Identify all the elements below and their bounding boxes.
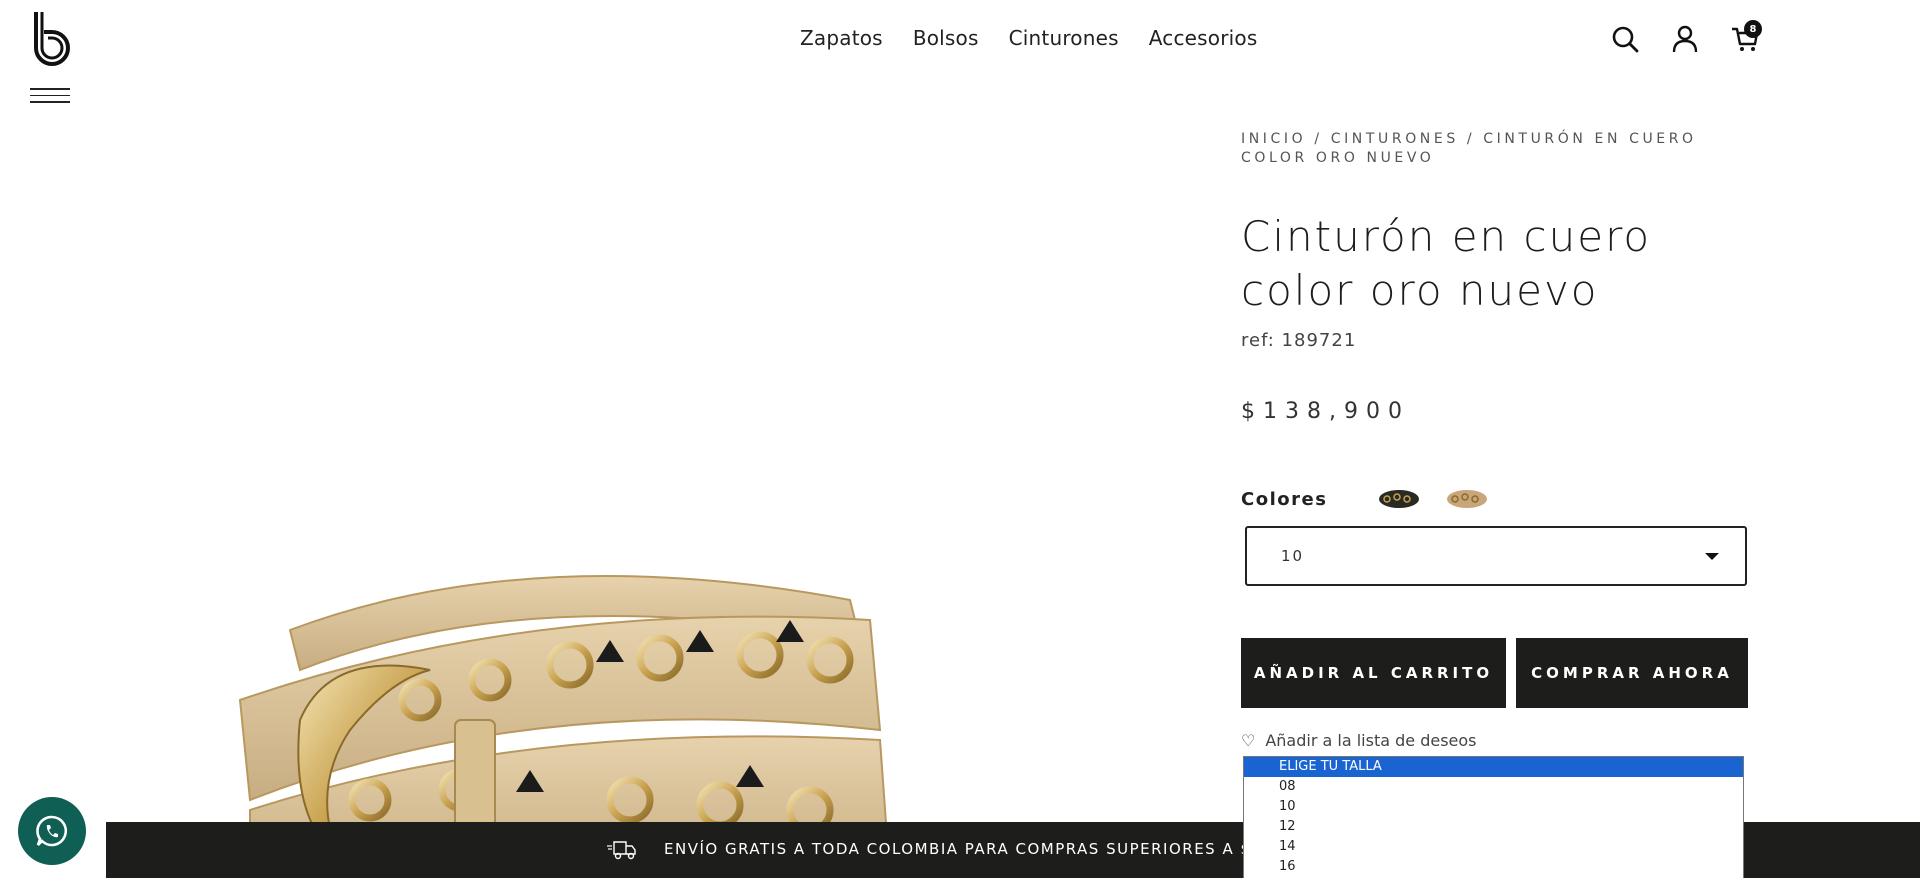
nav-item-cinturones[interactable]: Cinturones bbox=[1009, 26, 1119, 50]
nav-item-bolsos[interactable]: Bolsos bbox=[913, 26, 979, 50]
size-dropdown-list: ELIGE TU TALLA 08 10 12 14 16 bbox=[1243, 756, 1744, 878]
brand-logo[interactable] bbox=[30, 10, 74, 72]
buy-now-button[interactable]: COMPRAR AHORA bbox=[1516, 638, 1748, 708]
breadcrumb-separator: / bbox=[1458, 131, 1484, 147]
wishlist-label: Añadir a la lista de deseos bbox=[1265, 730, 1477, 750]
color-swatch-gold[interactable] bbox=[1445, 485, 1489, 513]
heart-icon: ♡ bbox=[1241, 730, 1256, 750]
breadcrumb-inicio[interactable]: INICIO bbox=[1241, 131, 1306, 147]
size-option[interactable]: 12 bbox=[1244, 817, 1743, 837]
action-buttons: AÑADIR AL CARRITO COMPRAR AHORA bbox=[1241, 638, 1751, 708]
add-to-cart-button[interactable]: AÑADIR AL CARRITO bbox=[1241, 638, 1506, 708]
size-option[interactable]: 16 bbox=[1244, 857, 1743, 877]
size-select-value: 10 bbox=[1281, 547, 1305, 565]
main-nav: Zapatos Bolsos Cinturones Accesorios bbox=[800, 26, 1257, 50]
product-ref: ref: 189721 bbox=[1241, 330, 1357, 351]
size-option[interactable]: 14 bbox=[1244, 837, 1743, 857]
size-option[interactable]: 10 bbox=[1244, 797, 1743, 817]
cart-count-badge: 8 bbox=[1744, 20, 1762, 38]
breadcrumb-cinturones[interactable]: CINTURONES bbox=[1331, 131, 1459, 147]
chevron-down-icon bbox=[1705, 552, 1719, 560]
whatsapp-icon bbox=[36, 815, 68, 847]
breadcrumb: INICIO / CINTURONES / CINTURÓN EN CUERO … bbox=[1241, 130, 1751, 168]
colors-row: Colores bbox=[1241, 484, 1751, 514]
whatsapp-button[interactable] bbox=[18, 797, 86, 865]
truck-icon bbox=[607, 841, 636, 860]
product-info-panel: INICIO / CINTURONES / CINTURÓN EN CUERO … bbox=[1241, 130, 1751, 750]
size-option[interactable]: 08 bbox=[1244, 777, 1743, 797]
wishlist-link[interactable]: ♡ Añadir a la lista de deseos bbox=[1241, 730, 1751, 750]
nav-item-zapatos[interactable]: Zapatos bbox=[800, 26, 883, 50]
user-icon[interactable] bbox=[1670, 24, 1700, 54]
shipping-banner-text: ENVÍO GRATIS A TODA COLOMBIA PARA COMPRA… bbox=[664, 840, 1331, 858]
color-swatch-black[interactable] bbox=[1377, 485, 1421, 513]
breadcrumb-separator: / bbox=[1306, 131, 1331, 147]
search-icon[interactable] bbox=[1610, 24, 1640, 54]
colors-label: Colores bbox=[1241, 488, 1328, 510]
product-price: $138,900 bbox=[1241, 399, 1410, 424]
size-option[interactable]: ELIGE TU TALLA bbox=[1244, 757, 1743, 777]
header-actions: 8 bbox=[1610, 20, 1762, 54]
product-title: Cinturón en cuero color oro nuevo bbox=[1241, 212, 1652, 315]
size-select[interactable]: 10 bbox=[1245, 526, 1747, 586]
cart-icon[interactable]: 8 bbox=[1730, 20, 1762, 54]
menu-hamburger-icon[interactable] bbox=[30, 88, 70, 104]
nav-item-accesorios[interactable]: Accesorios bbox=[1149, 26, 1258, 50]
